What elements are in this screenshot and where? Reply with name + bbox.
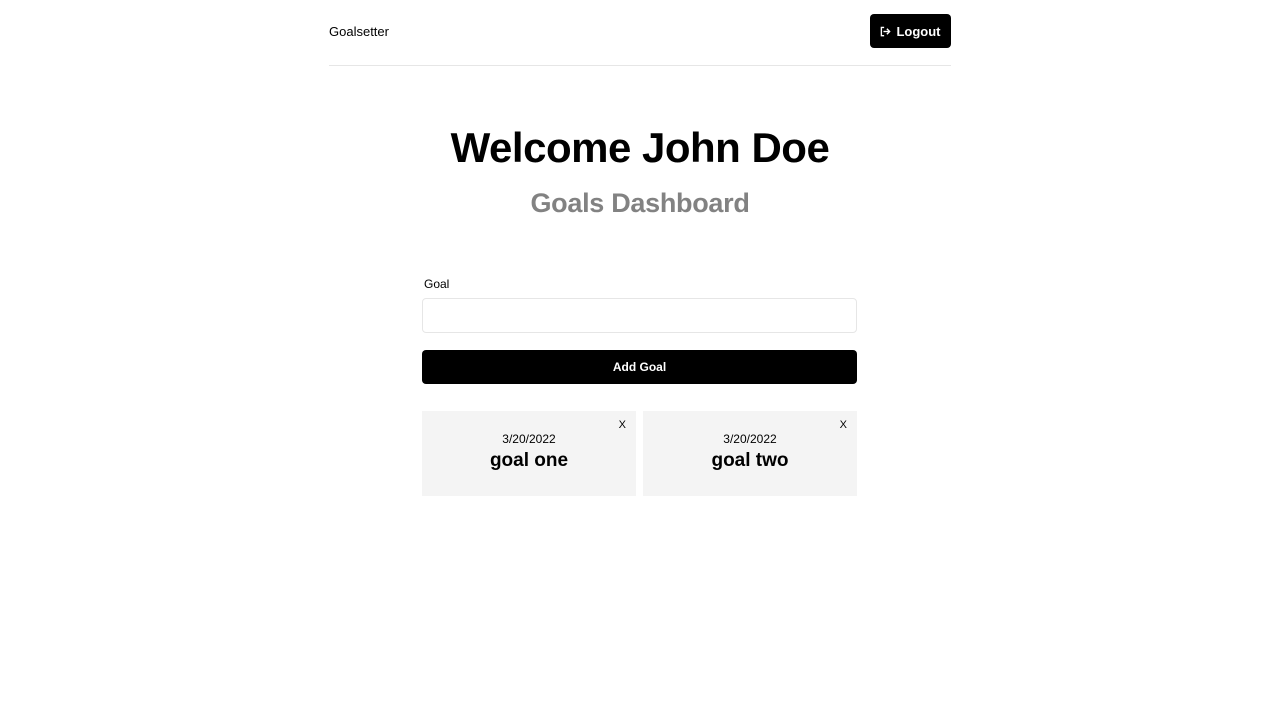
logout-label: Logout xyxy=(896,23,941,39)
top-header: Goalsetter Logout xyxy=(329,0,951,66)
goal-date: 3/20/2022 xyxy=(502,432,556,446)
page-title: Welcome John Doe xyxy=(450,124,830,171)
goal-date: 3/20/2022 xyxy=(723,432,777,446)
goal-card: 3/20/2022 goal two X xyxy=(643,411,857,496)
brand-link[interactable]: Goalsetter xyxy=(329,24,389,39)
add-goal-button[interactable]: Add Goal xyxy=(422,350,857,384)
goal-text: goal two xyxy=(711,450,789,471)
delete-goal-button[interactable]: X xyxy=(619,419,626,431)
goals-list: 3/20/2022 goal one X 3/20/2022 goal two … xyxy=(422,411,858,496)
heading-section: Welcome John Doe Goals Dashboard xyxy=(329,124,951,220)
page-subtitle: Goals Dashboard xyxy=(530,188,750,218)
goal-card: 3/20/2022 goal one X xyxy=(422,411,636,496)
goal-input[interactable] xyxy=(422,298,857,333)
sign-out-icon xyxy=(880,26,892,37)
goal-field-label: Goal xyxy=(424,277,450,291)
delete-goal-button[interactable]: X xyxy=(840,419,847,431)
page-container: Goalsetter Logout Welcome John Doe Goals… xyxy=(329,0,951,720)
goal-form: Goal Add Goal xyxy=(422,277,858,384)
goal-text: goal one xyxy=(489,450,569,471)
logout-button[interactable]: Logout xyxy=(870,14,951,48)
